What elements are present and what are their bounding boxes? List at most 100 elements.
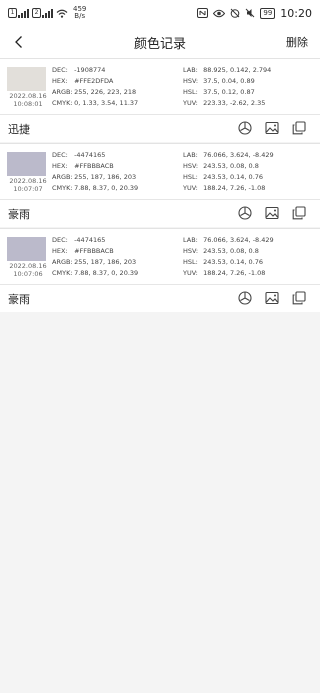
hsl-value: 37.5, 0.12, 0.87 (203, 88, 255, 96)
argb-row: ARGB: 255, 187, 186, 203 (52, 172, 138, 183)
record-timestamp: 2022.08.16 10:07:07 (5, 177, 51, 193)
status-right: 99 10:20 (197, 7, 312, 20)
signal-icon (42, 8, 53, 18)
argb-value: 255, 226, 223, 218 (74, 88, 137, 96)
color-record-values: 2022.08.16 10:07:07 DEC: -4474165 HEX: #… (0, 144, 320, 200)
hsv-label: HSV: (183, 247, 199, 255)
cmyk-row: CMYK: 0, 1.33, 3.54, 11.37 (52, 98, 138, 109)
image-icon (264, 121, 279, 134)
hsv-value: 37.5, 0.04, 0.89 (203, 77, 255, 85)
hsl-row: HSL: 243.53, 0.14, 0.76 (183, 172, 274, 183)
record-date: 2022.08.16 (9, 177, 47, 185)
hsv-label: HSV: (183, 77, 199, 85)
dec-label: DEC: (52, 66, 68, 74)
delete-button[interactable]: 删除 (286, 34, 308, 50)
eye-icon (213, 9, 226, 17)
image-button[interactable] (264, 290, 279, 305)
status-left: 1 2 459 B/s (8, 6, 86, 20)
page-title: 颜色记录 (133, 37, 186, 52)
sim1-indicator: 1 (8, 8, 29, 18)
dec-row: DEC: -4474165 (52, 150, 138, 161)
sim-card-icon: 2 (32, 8, 41, 18)
dec-value: -4474165 (74, 151, 106, 159)
values-right: LAB: 76.066, 3.624, -8.429 HSV: 243.53, … (183, 235, 274, 279)
hsl-label: HSL: (183, 258, 198, 266)
hsl-label: HSL: (183, 173, 198, 181)
card-footer: 迅捷 (0, 115, 320, 143)
lab-row: LAB: 76.066, 3.624, -8.429 (183, 235, 274, 246)
copy-button[interactable] (291, 205, 306, 220)
yuv-value: 223.33, -2.62, 2.35 (203, 99, 266, 107)
record-time: 10:08:01 (13, 100, 43, 108)
card-footer: 豪雨 (0, 285, 320, 313)
yuv-label: YUV: (183, 99, 198, 107)
hex-value: #FFBBBACB (74, 247, 114, 255)
speed-unit: B/s (74, 12, 86, 20)
lab-label: LAB: (183, 236, 198, 244)
hsl-label: HSL: (183, 88, 198, 96)
hsl-value: 243.53, 0.14, 0.76 (203, 258, 264, 266)
lab-value: 88.925, 0.142, 2.794 (203, 66, 272, 74)
image-button[interactable] (264, 205, 279, 220)
values-left: DEC: -4474165 HEX: #FFBBBACB ARGB: 255, … (52, 235, 138, 279)
yuv-value: 188.24, 7.26, -1.08 (203, 184, 266, 192)
yuv-label: YUV: (183, 184, 198, 192)
color-name[interactable]: 豪雨 (8, 206, 30, 222)
copy-icon (292, 120, 306, 134)
image-icon (264, 206, 279, 219)
palette-button[interactable] (237, 120, 252, 135)
argb-row: ARGB: 255, 187, 186, 203 (52, 257, 138, 268)
cmyk-row: CMYK: 7.88, 8.37, 0, 20.39 (52, 183, 138, 194)
copy-button[interactable] (291, 290, 306, 305)
color-name[interactable]: 迅捷 (8, 121, 30, 137)
lab-value: 76.066, 3.624, -8.429 (203, 151, 274, 159)
lab-value: 76.066, 3.624, -8.429 (203, 236, 274, 244)
sim-card-icon: 1 (8, 8, 17, 18)
record-timestamp: 2022.08.16 10:07:06 (5, 262, 51, 278)
lab-row: LAB: 88.925, 0.142, 2.794 (183, 65, 271, 76)
image-icon (264, 291, 279, 304)
palette-button[interactable] (237, 205, 252, 220)
cmyk-row: CMYK: 7.88, 8.37, 0, 20.39 (52, 268, 138, 279)
cmyk-value: 0, 1.33, 3.54, 11.37 (74, 99, 139, 107)
hex-label: HEX: (52, 162, 68, 170)
copy-icon (292, 290, 306, 304)
hsl-row: HSL: 243.53, 0.14, 0.76 (183, 257, 274, 268)
values-right: LAB: 88.925, 0.142, 2.794 HSV: 37.5, 0.0… (183, 65, 271, 109)
yuv-row: YUV: 188.24, 7.26, -1.08 (183, 268, 274, 279)
clock: 10:20 (280, 6, 312, 20)
argb-label: ARGB: (52, 258, 73, 266)
lab-label: LAB: (183, 151, 198, 159)
color-record-card[interactable]: 2022.08.16 10:07:07 DEC: -4474165 HEX: #… (0, 143, 320, 227)
network-speed: 459 B/s (73, 6, 86, 20)
palette-icon (237, 205, 252, 220)
palette-icon (237, 120, 252, 135)
card-footer: 豪雨 (0, 200, 320, 228)
values-left: DEC: -4474165 HEX: #FFBBBACB ARGB: 255, … (52, 150, 138, 194)
dec-value: -1908774 (74, 66, 106, 74)
yuv-row: YUV: 223.33, -2.62, 2.35 (183, 98, 271, 109)
lab-row: LAB: 76.066, 3.624, -8.429 (183, 150, 274, 161)
color-record-card[interactable]: 2022.08.16 10:08:01 DEC: -1908774 HEX: #… (0, 58, 320, 142)
image-button[interactable] (264, 120, 279, 135)
card-actions (237, 120, 306, 135)
palette-button[interactable] (237, 290, 252, 305)
argb-row: ARGB: 255, 226, 223, 218 (52, 87, 138, 98)
hex-label: HEX: (52, 77, 68, 85)
cmyk-label: CMYK: (52, 99, 73, 107)
hsl-value: 243.53, 0.14, 0.76 (203, 173, 264, 181)
color-record-card[interactable]: 2022.08.16 10:07:06 DEC: -4474165 HEX: #… (0, 228, 320, 312)
dec-value: -4474165 (74, 236, 106, 244)
wifi-icon (56, 9, 68, 18)
color-record-values: 2022.08.16 10:08:01 DEC: -1908774 HEX: #… (0, 59, 320, 115)
record-timestamp: 2022.08.16 10:08:01 (5, 92, 51, 108)
dec-label: DEC: (52, 236, 68, 244)
signal-icon (18, 8, 29, 18)
card-actions (237, 290, 306, 305)
sim2-indicator: 2 (32, 8, 53, 18)
copy-button[interactable] (291, 120, 306, 135)
record-date: 2022.08.16 (9, 92, 47, 100)
color-name[interactable]: 豪雨 (8, 291, 30, 307)
record-time: 10:07:06 (13, 270, 43, 278)
yuv-value: 188.24, 7.26, -1.08 (203, 269, 266, 277)
